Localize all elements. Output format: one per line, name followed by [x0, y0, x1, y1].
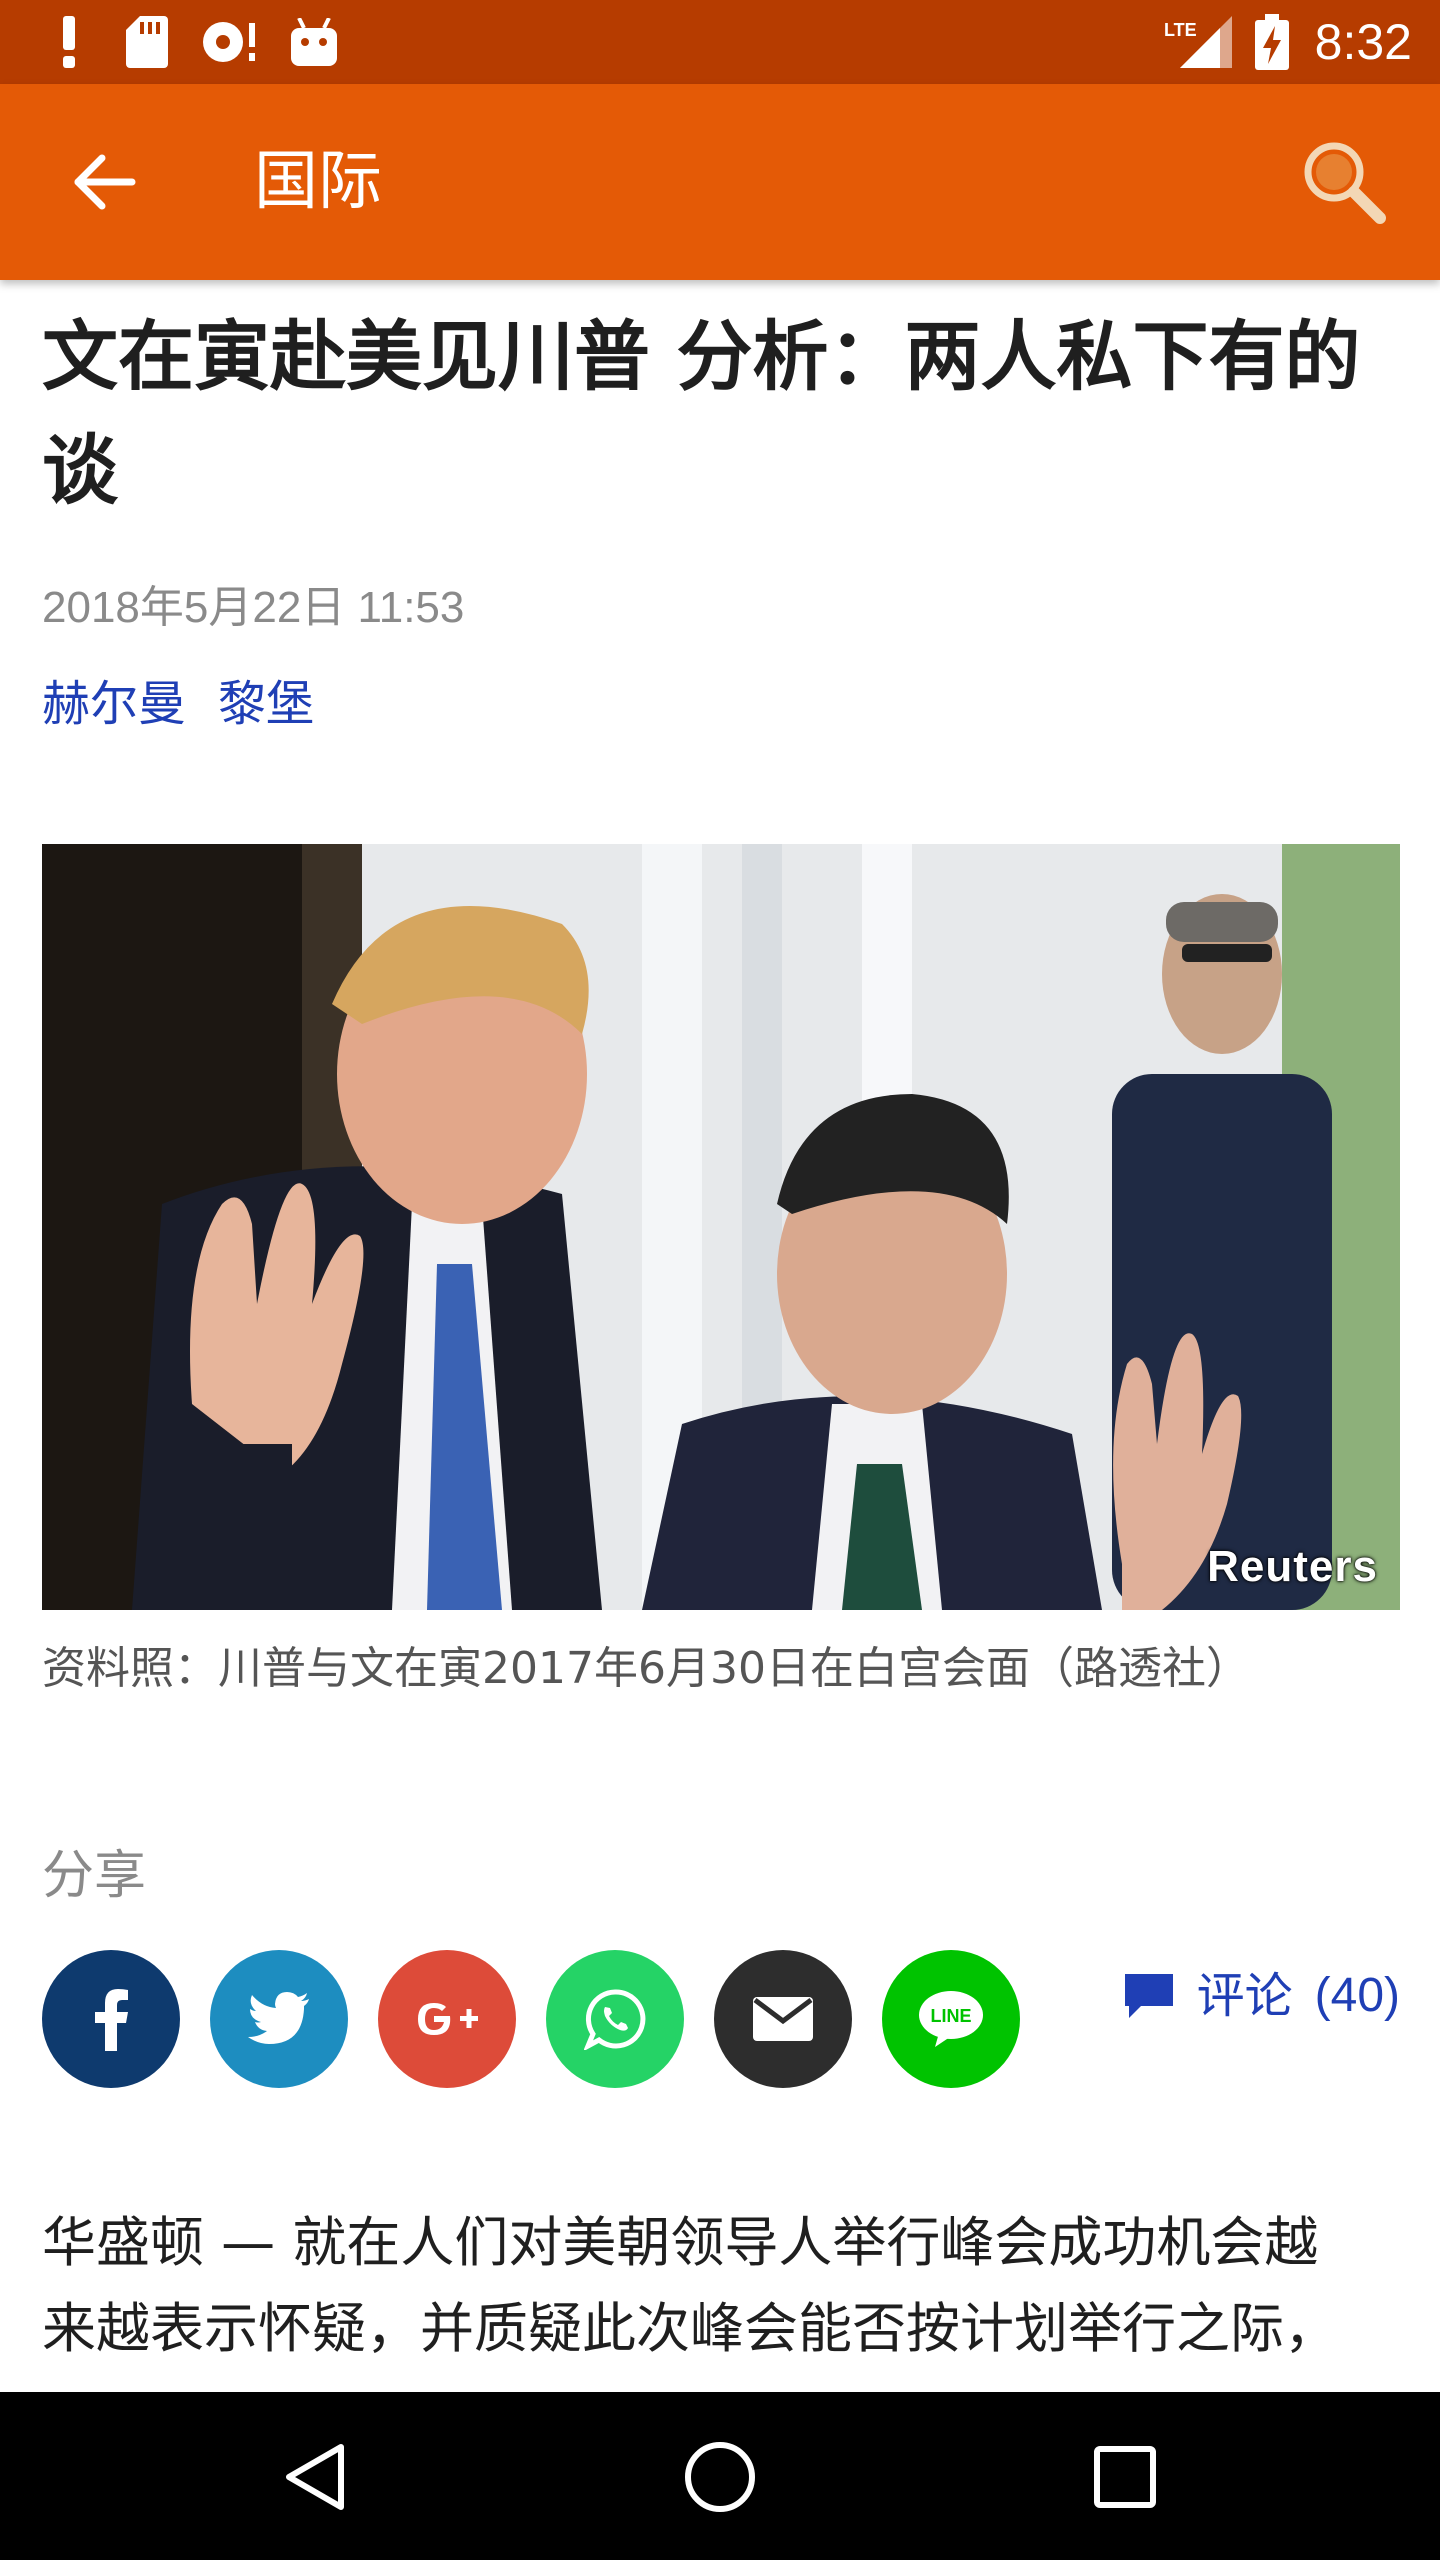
android-icon — [290, 14, 338, 70]
nav-home-button[interactable] — [675, 2432, 765, 2522]
status-time: 8:32 — [1314, 14, 1412, 70]
share-email-button[interactable] — [714, 1950, 852, 2088]
comments-label: 评论 — [1196, 1968, 1293, 2024]
article-paragraph-line: 华盛顿 — 就在人们对美朝领导人举行峰会成功机会越 — [42, 2211, 1319, 2274]
article-authors: 赫尔曼 黎堡 — [42, 674, 314, 734]
back-button[interactable] — [56, 134, 152, 230]
share-buttons: LINE — [42, 1950, 1020, 2088]
share-google-plus-button[interactable] — [378, 1950, 516, 2088]
comment-icon — [1124, 1974, 1173, 2018]
article-date: 2018年5月22日 11:53 — [42, 583, 465, 632]
comments-link[interactable]: 评论 (40) — [1123, 1966, 1400, 2026]
share-facebook-button[interactable] — [42, 1950, 180, 2088]
network-type-label: LTE — [1164, 20, 1197, 40]
facebook-icon — [95, 1989, 128, 2051]
whatsapp-icon — [584, 1989, 646, 2050]
app-bar: 国际 — [0, 84, 1440, 280]
nav-recents-button[interactable] — [1080, 2432, 1170, 2522]
share-label: 分享 — [42, 1846, 147, 1906]
search-icon — [1304, 142, 1386, 224]
nav-back-button[interactable] — [270, 2432, 360, 2522]
system-nav-bar — [0, 2392, 1440, 2560]
battery-charging-icon — [1254, 14, 1290, 70]
sd-card-icon — [124, 14, 170, 70]
alert-icon — [54, 14, 84, 70]
photo-illustration — [42, 844, 1400, 1610]
photo-caption: 资料照：川普与文在寅2017年6月30日在白宫会面（路透社） — [42, 1643, 1250, 1694]
photo-watermark: Reuters — [1207, 1542, 1378, 1591]
page-title: 国际 — [254, 145, 382, 219]
article-paragraph-line: 来越表示怀疑，并质疑此次峰会能否按计划举行之际， — [42, 2297, 1338, 2360]
recents-square-icon — [1094, 2446, 1156, 2508]
google-plus-icon — [418, 2003, 478, 2035]
article-photo[interactable]: Reuters — [42, 844, 1400, 1610]
author-link[interactable]: 赫尔曼 — [42, 674, 186, 734]
author-link[interactable]: 黎堡 — [218, 674, 314, 734]
article-body: 华盛顿 — 就在人们对美朝领导人举行峰会成功机会越 来越表示怀疑，并质疑此次峰会… — [42, 2200, 1402, 2372]
home-circle-icon — [685, 2442, 755, 2512]
comments-count: (40) — [1314, 1969, 1400, 2022]
sync-icon — [200, 14, 260, 70]
article-headline: 文在寅赴美见川普 分析：两人私下有的谈 — [42, 312, 1361, 515]
line-icon: LINE — [919, 1991, 983, 2047]
email-icon — [753, 1997, 813, 2041]
back-triangle-icon — [286, 2444, 344, 2510]
share-whatsapp-button[interactable] — [546, 1950, 684, 2088]
twitter-icon — [248, 1992, 309, 2044]
svg-text:LINE: LINE — [930, 2006, 971, 2026]
status-bar: LTE 8:32 — [0, 0, 1440, 84]
share-line-button[interactable]: LINE — [882, 1950, 1020, 2088]
search-button[interactable] — [1292, 130, 1396, 234]
arrow-left-icon — [74, 154, 136, 210]
share-twitter-button[interactable] — [210, 1950, 348, 2088]
signal-icon: LTE — [1160, 14, 1232, 70]
